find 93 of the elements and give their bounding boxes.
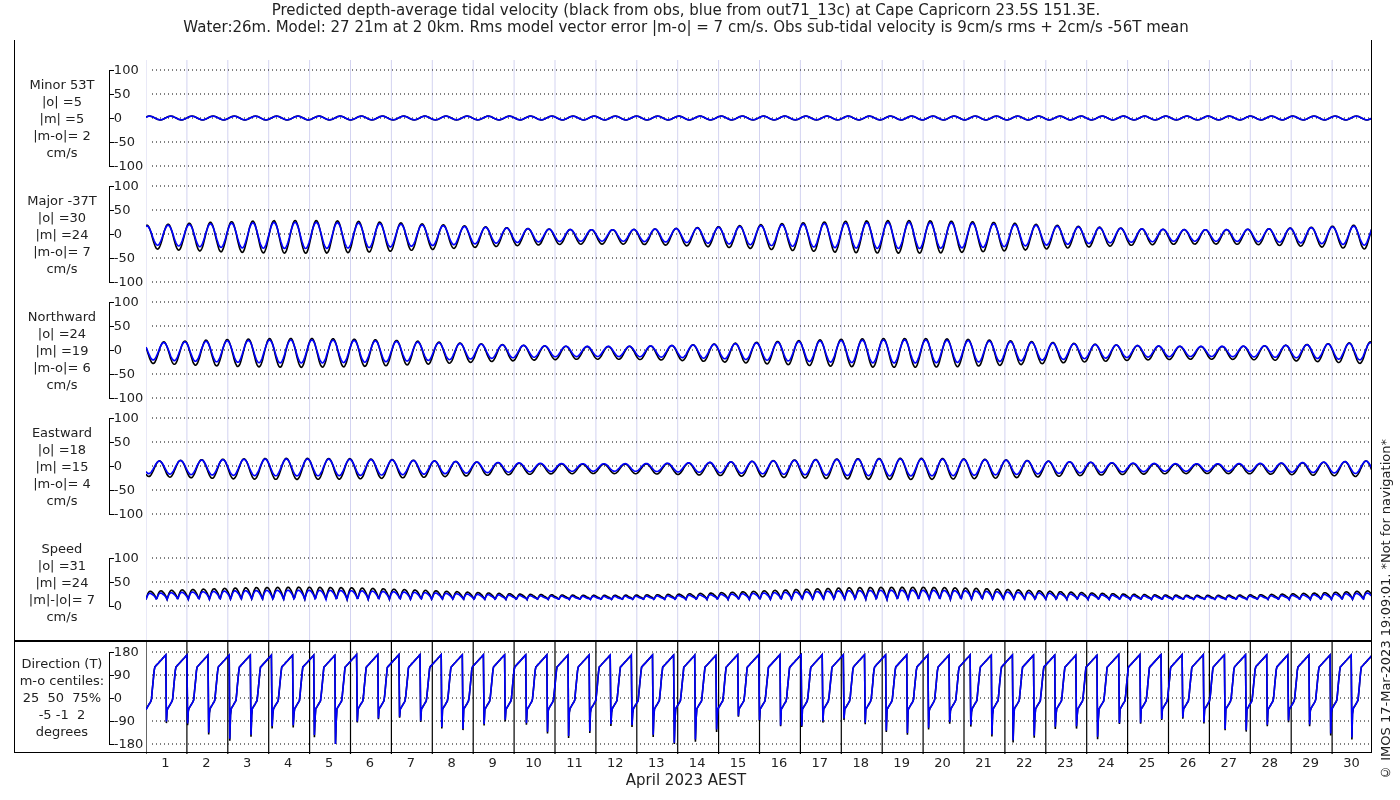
y-tick-label: 100 <box>113 411 139 425</box>
x-tick-label: 28 <box>1260 755 1279 771</box>
x-tick-label: 6 <box>364 755 376 771</box>
y-tick-label: -50 <box>113 135 136 149</box>
panel-label: Northward <box>27 307 97 325</box>
y-tick-label: 0 <box>113 343 123 357</box>
x-tick-label: 16 <box>769 755 789 771</box>
y-tick-label: 90 <box>113 668 131 682</box>
panel-label: |o| =5 <box>41 92 82 110</box>
y-tick-label: 100 <box>113 179 139 193</box>
panel-label: Minor 53T <box>29 75 95 93</box>
x-tick-label: 10 <box>524 755 543 771</box>
y-tick-label: 50 <box>113 435 131 449</box>
y-tick-label: 0 <box>113 459 123 473</box>
y-tick-label: 0 <box>113 227 123 241</box>
panel-label: |m| =5 <box>39 109 85 127</box>
y-tick-label: 0 <box>113 691 123 705</box>
y-tick-label: 50 <box>113 87 131 101</box>
panel-label: Direction (T) <box>21 654 103 672</box>
x-tick-label: 4 <box>283 755 294 771</box>
x-tick-label: 5 <box>323 755 335 771</box>
x-tick-label: 8 <box>446 755 457 771</box>
y-tick-label: -50 <box>113 367 136 381</box>
x-tick-label: 12 <box>606 755 625 771</box>
panel-label: |m-o|= 7 <box>33 242 91 260</box>
x-tick-label: 17 <box>810 755 830 771</box>
y-tick-label: 100 <box>113 295 139 309</box>
panel-label: -5 -1 2 <box>38 705 86 723</box>
x-tick-label: 13 <box>646 755 666 771</box>
x-tick-label: 15 <box>728 755 748 771</box>
panel-label: |m-o|= 4 <box>33 474 91 492</box>
x-tick-label: 23 <box>1055 755 1075 771</box>
y-tick-label: -100 <box>113 391 144 405</box>
panel-label: |o| =30 <box>37 208 87 226</box>
panel-label: |m| =19 <box>35 341 89 359</box>
x-tick-label: 20 <box>933 755 952 771</box>
panel-label: |m| =24 <box>35 573 89 591</box>
panel-label: Speed <box>41 539 83 557</box>
x-tick-label: 29 <box>1301 755 1320 771</box>
panel-label: 25 50 75% <box>22 688 102 706</box>
y-tick-label: -90 <box>113 714 136 728</box>
chart-title: Predicted depth-average tidal velocity (black from obs, blue from out71_13c) at Cape Capricorn 23.5S 151.3E. <box>271 2 1101 19</box>
x-tick-label: 26 <box>1178 755 1198 771</box>
x-tick-label: 27 <box>1219 755 1239 771</box>
y-tick-label: 100 <box>113 551 139 565</box>
panel-label: cm/s <box>46 259 78 277</box>
panel-label: degrees <box>35 722 89 740</box>
y-tick-label: 180 <box>113 645 139 659</box>
y-tick-label: 50 <box>113 319 131 333</box>
panel-label: |m|-|o|= 7 <box>28 590 95 608</box>
y-tick-label: -50 <box>113 483 136 497</box>
panel-label: cm/s <box>46 491 78 509</box>
copyright-note: © IMOS 17-Mar-2023 19:09:01. *Not for navigation* <box>1377 439 1395 780</box>
x-tick-label: 22 <box>1015 755 1034 771</box>
panel-label: |m| =24 <box>35 225 89 243</box>
y-tick-label: 0 <box>113 111 123 125</box>
panel-label: Major -37T <box>27 191 97 209</box>
x-tick-label: 7 <box>405 755 416 771</box>
panel-label: |o| =18 <box>37 440 87 458</box>
panel-label: cm/s <box>46 607 78 625</box>
panel-label: cm/s <box>46 143 78 161</box>
panel-label: m-o centiles: <box>19 671 105 689</box>
panel-label: Eastward <box>31 423 92 441</box>
x-axis-label: April 2023 AEST <box>625 771 747 789</box>
panel-label: cm/s <box>46 375 78 393</box>
x-tick-label: 3 <box>242 755 253 771</box>
y-tick-label: 50 <box>113 203 131 217</box>
y-tick-label: 100 <box>113 63 139 77</box>
y-tick-label: -100 <box>113 159 144 173</box>
panel-label: |m| =15 <box>35 457 89 475</box>
x-tick-label: 25 <box>1137 755 1157 771</box>
x-tick-label: 21 <box>974 755 993 771</box>
x-tick-label: 19 <box>892 755 911 771</box>
y-axis <box>108 558 114 607</box>
y-tick-label: 50 <box>113 575 131 589</box>
x-tick-label: 9 <box>487 755 498 771</box>
x-tick-label: 24 <box>1096 755 1116 771</box>
y-tick-label: -50 <box>113 251 136 265</box>
y-tick-label: 0 <box>113 599 123 613</box>
panel-label: |o| =24 <box>37 324 87 342</box>
panel-label: |o| =31 <box>37 556 87 574</box>
panel-label: |m-o|= 6 <box>33 358 91 376</box>
x-tick-label: 14 <box>687 755 707 771</box>
y-tick-label: -180 <box>113 737 144 751</box>
x-tick-label: 2 <box>201 755 212 771</box>
x-tick-label: 30 <box>1342 755 1361 771</box>
x-tick-label: 1 <box>160 755 171 771</box>
x-tick-label: 11 <box>565 755 584 771</box>
panel-label: |m-o|= 2 <box>33 126 91 144</box>
y-tick-label: -100 <box>113 275 144 289</box>
chart-title: Water:26m. Model: 27 21m at 2 0km. Rms model vector error |m-o| = 7 cm/s. Obs sub-tidal velocity is 9cm/s rms + 2cm/s -56T mean <box>183 19 1189 36</box>
y-tick-label: -100 <box>113 507 144 521</box>
x-tick-label: 18 <box>851 755 870 771</box>
